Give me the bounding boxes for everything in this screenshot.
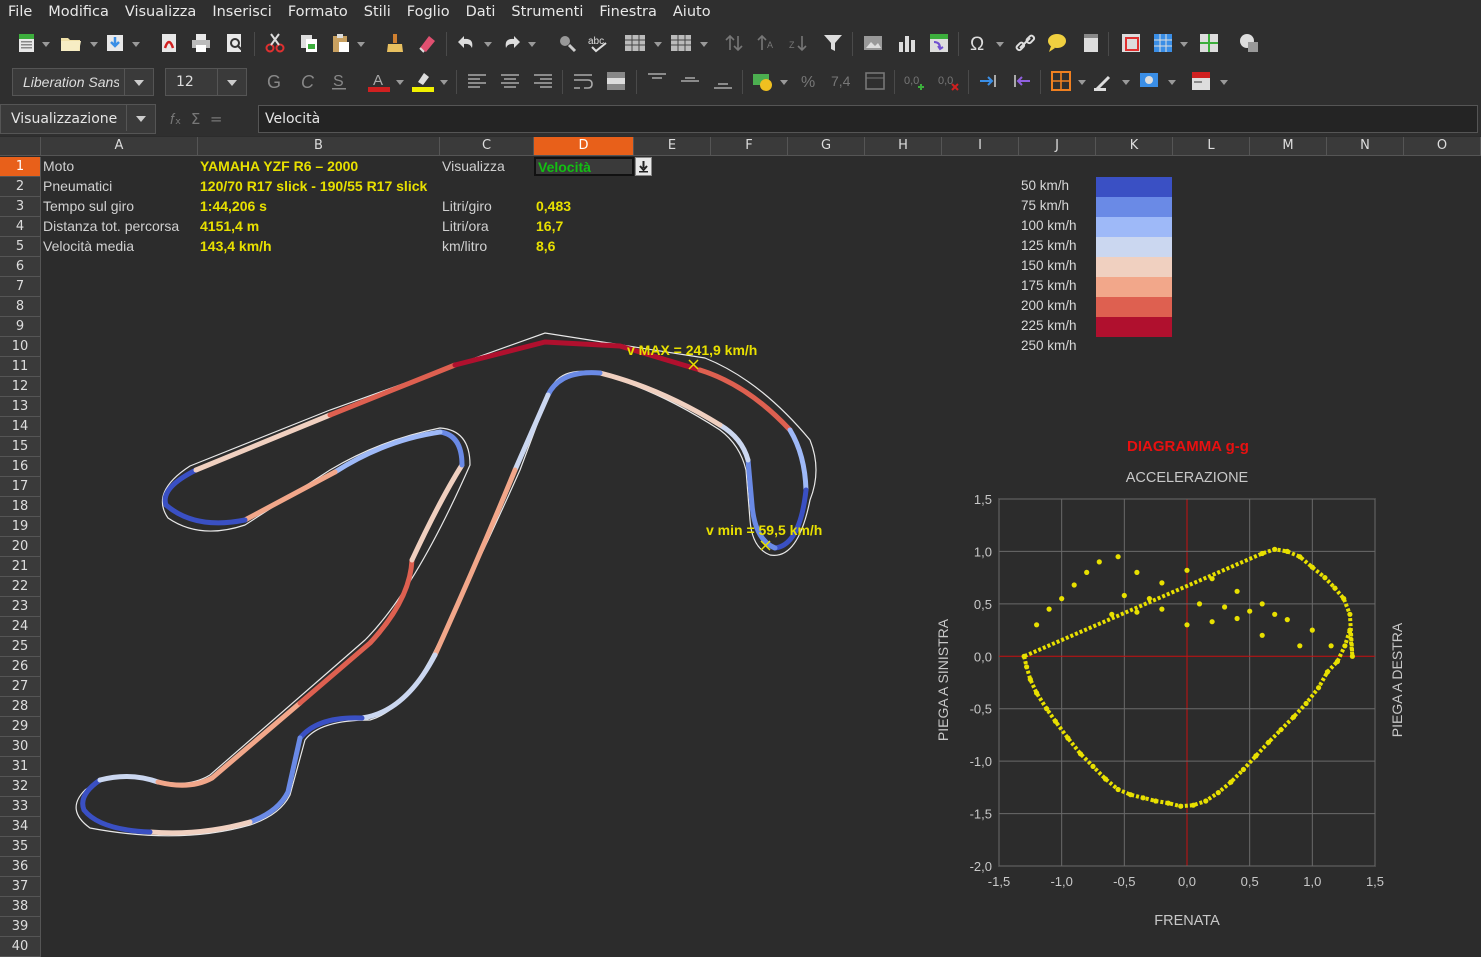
gg-data-point bbox=[1259, 550, 1265, 557]
gg-data-point bbox=[1228, 779, 1234, 785]
gg-data-point bbox=[1303, 700, 1309, 707]
gg-data-point bbox=[1324, 669, 1330, 675]
gg-data-point bbox=[1341, 596, 1347, 602]
gg-data-point bbox=[1347, 611, 1353, 617]
gg-data-point bbox=[1328, 643, 1334, 649]
gg-data-point bbox=[1297, 643, 1303, 649]
track-border bbox=[75, 332, 817, 837]
gg-data-point bbox=[1222, 604, 1228, 610]
gg-data-point bbox=[1021, 653, 1027, 659]
gg-data-point bbox=[1284, 617, 1290, 623]
gg-x-tick-label: -0,5 bbox=[1113, 874, 1135, 889]
gg-data-point bbox=[1272, 546, 1278, 552]
gg-data-point bbox=[1297, 554, 1303, 560]
gg-data-point bbox=[1334, 658, 1340, 665]
gg-data-point bbox=[1203, 798, 1209, 804]
gg-data-point bbox=[1209, 576, 1215, 582]
gg-data-point bbox=[1159, 580, 1165, 586]
gg-data-point bbox=[1347, 627, 1353, 633]
gg-data-point bbox=[1044, 706, 1050, 712]
gg-data-point bbox=[1342, 643, 1348, 649]
gg-bottom-label: FRENATA bbox=[1154, 913, 1220, 929]
gg-data-point bbox=[1052, 718, 1058, 724]
gg-x-tick-label: -1,5 bbox=[988, 874, 1010, 889]
gg-data-point bbox=[1349, 653, 1355, 659]
gg-data-point bbox=[1059, 596, 1065, 602]
gg-diagram: DIAGRAMMA g-g ACCELERAZIONE FRENATA PIEG… bbox=[935, 438, 1405, 929]
gg-data-point bbox=[1090, 763, 1096, 769]
gg-data-point bbox=[1209, 619, 1215, 625]
gg-x-tick-label: 0,0 bbox=[1178, 874, 1196, 889]
gg-top-label: ACCELERAZIONE bbox=[1126, 470, 1249, 486]
gg-data-point bbox=[1184, 567, 1190, 573]
gg-x-tick-label: -1,0 bbox=[1050, 874, 1072, 889]
gg-data-point bbox=[1146, 596, 1152, 602]
vmax-label: v MAX = 241,9 km/h bbox=[627, 342, 757, 358]
gg-y-tick-label: -1,0 bbox=[970, 754, 992, 769]
gg-data-point bbox=[1259, 601, 1265, 607]
gg-data-point bbox=[1265, 739, 1272, 745]
gg-data-point bbox=[1034, 622, 1040, 628]
gg-data-point bbox=[1115, 554, 1121, 560]
gg-data-point bbox=[1234, 588, 1240, 594]
gg-data-point bbox=[1322, 575, 1328, 581]
gg-y-tick-label: 1,5 bbox=[974, 492, 992, 507]
gg-data-point bbox=[1134, 569, 1140, 575]
gg-left-label: PIEGA A SINISTRA bbox=[935, 618, 951, 741]
gg-data-point bbox=[1077, 751, 1084, 757]
gg-y-tick-label: -1,5 bbox=[970, 807, 992, 822]
gg-data-point bbox=[1027, 676, 1033, 682]
gg-data-point bbox=[1316, 685, 1322, 691]
gg-data-point bbox=[1165, 800, 1171, 806]
gg-data-point bbox=[1196, 601, 1203, 607]
gg-data-point bbox=[1178, 803, 1184, 809]
gg-y-tick-label: 0,0 bbox=[974, 649, 992, 664]
gg-plot-area: -1,5 -1,0 -0,5 0,0 0,5 1,0 1,5 1,5 1,0 0,5 0,0 -0,5… bbox=[970, 492, 1384, 889]
gg-data-point bbox=[1234, 615, 1240, 622]
gg-data-point bbox=[1259, 632, 1265, 638]
gg-x-tick-label: 1,5 bbox=[1366, 874, 1384, 889]
gg-y-tick-label: -0,5 bbox=[970, 702, 992, 717]
gg-y-tick-label: 0,5 bbox=[974, 597, 992, 612]
gg-data-point bbox=[1140, 795, 1146, 801]
gg-title: DIAGRAMMA g-g bbox=[1127, 438, 1249, 455]
gg-y-tick-label: -2,0 bbox=[970, 859, 992, 874]
gg-data-point bbox=[1071, 582, 1077, 588]
gg-data-point bbox=[1247, 608, 1253, 614]
gg-data-point bbox=[1240, 766, 1246, 773]
gg-data-point bbox=[1084, 569, 1090, 575]
gg-y-tick-label: 1,0 bbox=[974, 544, 992, 559]
gg-data-point bbox=[1128, 792, 1134, 798]
gg-x-tick-label: 1,0 bbox=[1303, 874, 1321, 889]
gg-data-point bbox=[1121, 592, 1127, 599]
gg-data-point bbox=[1253, 753, 1259, 759]
gg-data-point bbox=[1109, 611, 1115, 617]
gg-data-point bbox=[1134, 609, 1140, 615]
gg-data-point bbox=[1190, 802, 1196, 808]
gg-data-point bbox=[1153, 798, 1159, 804]
gg-data-point bbox=[1065, 735, 1071, 741]
gg-data-point bbox=[1332, 585, 1338, 591]
gg-data-point bbox=[1102, 776, 1109, 782]
gg-data-point bbox=[1278, 727, 1284, 733]
gg-data-point bbox=[1309, 627, 1315, 633]
gg-data-point bbox=[1034, 690, 1040, 696]
gg-data-point bbox=[1159, 606, 1165, 612]
vmin-label: v min = 59,5 km/h bbox=[706, 522, 822, 538]
gg-data-point bbox=[1284, 548, 1290, 554]
gg-data-point bbox=[1115, 786, 1121, 793]
gg-data-point bbox=[1309, 564, 1315, 570]
gg-data-point bbox=[1215, 790, 1221, 796]
gg-data-point bbox=[1290, 714, 1297, 720]
gg-data-point bbox=[1046, 606, 1052, 612]
gg-data-point bbox=[1184, 622, 1190, 628]
gg-data-point bbox=[1096, 559, 1102, 565]
gg-data-point bbox=[1024, 664, 1030, 670]
gg-right-label: PIEGA A DESTRA bbox=[1389, 622, 1405, 737]
gg-x-tick-label: 0,5 bbox=[1241, 874, 1259, 889]
gg-data-point bbox=[1272, 611, 1278, 617]
